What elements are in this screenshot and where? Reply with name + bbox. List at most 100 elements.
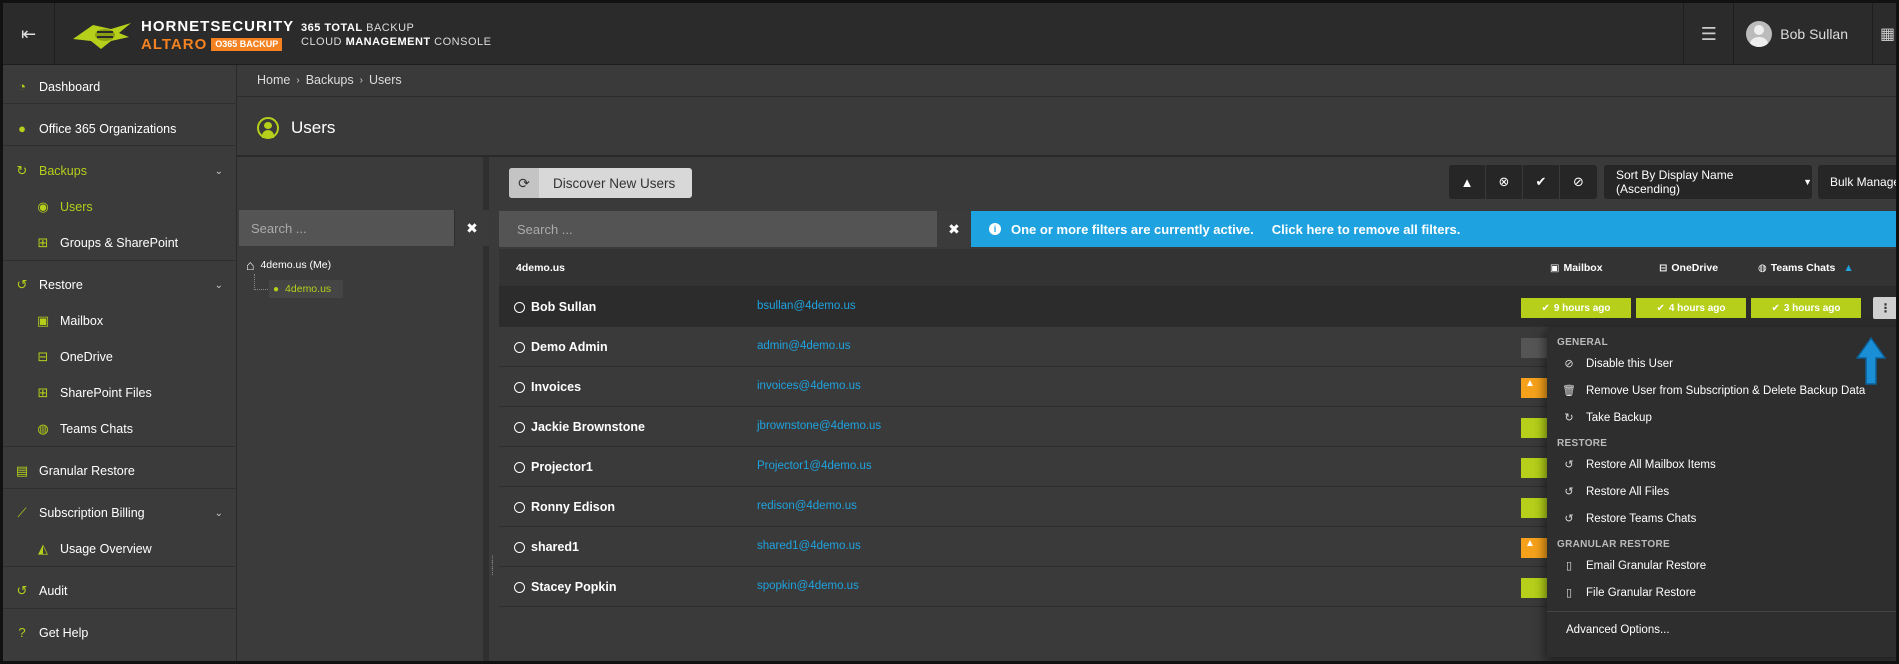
sidebar-item-backups[interactable]: ↻ Backups ⌄ — [3, 163, 237, 179]
filter-disabled-button[interactable]: ⊘ — [1560, 165, 1597, 199]
history-icon: ↺ — [16, 583, 28, 598]
breadcrumb-backups[interactable]: Backups — [306, 73, 354, 87]
sidebar-item-audit[interactable]: ↺ Audit — [3, 583, 237, 599]
user-email-link[interactable]: Projector1@4demo.us — [757, 460, 872, 472]
close-icon: ✖ — [466, 219, 478, 236]
chevron-down-icon: ⌄ — [214, 165, 223, 177]
chevron-down-icon: ⌄ — [214, 279, 223, 291]
user-icon — [514, 581, 525, 593]
inbox-icon: ▣ — [1550, 262, 1560, 274]
users-search-input[interactable]: Search ... — [499, 211, 937, 247]
onedrive-column-header[interactable]: ⊟ OneDrive — [1659, 262, 1718, 274]
sitemap-icon: ⊞ — [37, 385, 49, 400]
onedrive-status-badge[interactable]: ✔ 4 hours ago — [1636, 298, 1746, 318]
user-menu[interactable]: Bob Sullan — [1733, 3, 1872, 65]
tree-search-input[interactable]: Search ... — [239, 210, 454, 246]
mailbox-status-badge[interactable]: ✔ 9 hours ago — [1521, 298, 1631, 318]
sidebar-item-granular-restore[interactable]: ▤ Granular Restore — [3, 463, 237, 479]
refresh-icon: ↻ — [1564, 412, 1574, 424]
menu-item-disable-user[interactable]: ⊘ Disable this User — [1562, 357, 1673, 371]
logo-badge: O365 BACKUP — [211, 37, 283, 51]
mailbox-status-badge[interactable] — [1521, 458, 1549, 478]
caret-down-icon: ▼ — [1803, 177, 1812, 187]
table-row[interactable]: Bob Sullan bsullan@4demo.us ✔ 9 hours ago… — [499, 287, 1896, 327]
sidebar-item-office365-organizations[interactable]: ● Office 365 Organizations — [3, 121, 237, 136]
mailbox-column-header[interactable]: ▣ Mailbox — [1550, 262, 1603, 274]
tree-search-clear-button[interactable]: ✖ — [454, 210, 489, 246]
mailbox-status-badge[interactable] — [1521, 578, 1549, 598]
active-filters-banner[interactable]: i One or more filters are currently acti… — [971, 211, 1896, 247]
sort-dropdown[interactable]: Sort By Display Name (Ascending) ▼ — [1604, 165, 1812, 199]
sidebar-item-mailbox[interactable]: ▣ Mailbox — [3, 313, 237, 329]
user-email-link[interactable]: invoices@4demo.us — [757, 380, 861, 392]
breadcrumb-home[interactable]: Home — [257, 73, 290, 87]
check-icon: ✔ — [1771, 302, 1780, 314]
panel-resize-handle[interactable]: ⁞ ⁞ ⁞ — [491, 556, 494, 578]
user-email-link[interactable]: redison@4demo.us — [757, 500, 857, 512]
teams-status-badge[interactable]: ✔ 3 hours ago — [1751, 298, 1861, 318]
users-search-clear-button[interactable]: ✖ — [937, 211, 971, 247]
sidebar-item-groups-sharepoint[interactable]: ⊞ Groups & SharePoint — [3, 235, 237, 251]
user-email-link[interactable]: admin@4demo.us — [757, 340, 851, 352]
filter-warning-button[interactable]: ▲ — [1449, 165, 1486, 199]
breadcrumb: Home › Backups › Users — [257, 73, 402, 87]
pointer-arrow-icon — [1855, 336, 1887, 385]
history-icon: ↺ — [16, 277, 28, 292]
avatar — [1746, 21, 1773, 47]
sidebar-item-users[interactable]: ◉ Users — [3, 199, 237, 215]
filter-success-button[interactable]: ✔ — [1523, 165, 1560, 199]
ban-icon: ⊘ — [1564, 358, 1574, 370]
remove-filters-link[interactable]: Click here to remove all filters. — [1272, 222, 1461, 237]
menu-header-restore: RESTORE — [1557, 438, 1608, 449]
hornet-logo-icon — [73, 23, 131, 49]
sort-icon: ▲ — [1843, 262, 1854, 274]
sidebar-item-subscription-billing[interactable]: ⟋ Subscription Billing ⌄ — [3, 505, 237, 521]
menu-item-restore-mailbox[interactable]: ↺ Restore All Mailbox Items — [1562, 458, 1715, 472]
filter-error-button[interactable]: ⊗ — [1486, 165, 1523, 199]
sidebar-item-dashboard[interactable]: ◔ Dashboard — [3, 79, 237, 94]
user-email-link[interactable]: shared1@4demo.us — [757, 540, 861, 552]
menu-item-advanced-options[interactable]: Advanced Options... — [1566, 624, 1670, 636]
org-header: 4demo.us — [516, 262, 566, 274]
menu-item-take-backup[interactable]: ↻ Take Backup — [1562, 411, 1651, 425]
apps-button[interactable]: ▦ — [1872, 3, 1896, 65]
sidebar-item-teams-chats[interactable]: ◍ Teams Chats — [3, 421, 237, 437]
menu-item-remove-user[interactable]: 🗑 Remove User from Subscription & Delete … — [1562, 384, 1865, 398]
user-email-link[interactable]: jbrownstone@4demo.us — [757, 420, 881, 432]
menu-item-restore-files[interactable]: ↺ Restore All Files — [1562, 485, 1669, 499]
mailbox-status-badge[interactable] — [1521, 418, 1549, 438]
mailbox-status-badge[interactable]: ▲ — [1521, 538, 1549, 558]
sidebar-item-get-help[interactable]: ? Get Help — [3, 625, 237, 640]
tree-node-4demo[interactable]: ● 4demo.us — [269, 280, 343, 298]
users-table-header: 4demo.us ▣ Mailbox ⊟ OneDrive ◍ Teams Chats… — [499, 249, 1896, 287]
sidebar-item-sharepoint-files[interactable]: ⊞ SharePoint Files — [3, 385, 237, 401]
user-icon — [514, 301, 525, 313]
bulk-manage-button[interactable]: Bulk Manage — [1818, 165, 1896, 199]
chart-line-icon: ⟋ — [17, 505, 27, 520]
check-icon: ✔ — [1541, 302, 1550, 314]
user-icon — [514, 381, 525, 393]
tree-node-root[interactable]: ⌂ 4demo.us (Me) — [246, 257, 331, 273]
menu-item-file-granular-restore[interactable]: ▯ File Granular Restore — [1562, 586, 1696, 600]
discover-new-users-button[interactable]: ⟳ Discover New Users — [509, 168, 692, 198]
status-filter-group: ▲ ⊗ ✔ ⊘ — [1449, 165, 1597, 199]
info-icon: i — [989, 223, 1001, 235]
sidebar-item-restore[interactable]: ↺ Restore ⌄ — [3, 277, 237, 293]
mailbox-status-badge[interactable] — [1521, 498, 1549, 518]
row-actions-button[interactable]: ⋮ — [1873, 297, 1896, 319]
mailbox-status-badge[interactable]: ▲ — [1521, 378, 1549, 398]
menu-item-restore-teams[interactable]: ↺ Restore Teams Chats — [1562, 512, 1696, 526]
user-email-link[interactable]: spopkin@4demo.us — [757, 580, 859, 592]
teams-column-header[interactable]: ◍ Teams Chats ▲ — [1758, 262, 1854, 274]
user-email-link[interactable]: bsullan@4demo.us — [757, 300, 856, 312]
mailbox-status-badge[interactable] — [1521, 338, 1549, 358]
area-chart-icon: ◭ — [38, 541, 48, 556]
news-button[interactable]: ☰ — [1683, 3, 1733, 65]
list-icon: ☰ — [1700, 23, 1717, 44]
sidebar-toggle-button[interactable]: ⇤ — [3, 3, 55, 65]
menu-item-email-granular-restore[interactable]: ▯ Email Granular Restore — [1562, 559, 1706, 573]
sidebar-item-usage-overview[interactable]: ◭ Usage Overview — [3, 541, 237, 557]
sidebar-item-onedrive[interactable]: ⊟ OneDrive — [3, 349, 237, 365]
logo-hornet-text: HORNETSECURITY — [141, 17, 295, 35]
chat-icon: ◍ — [37, 421, 49, 436]
